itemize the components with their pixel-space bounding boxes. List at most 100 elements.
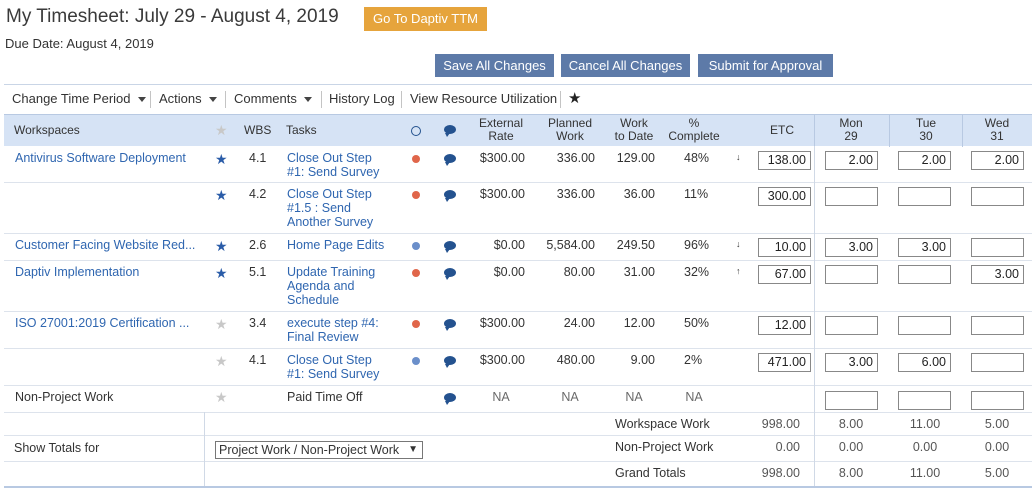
- planned-work-cell: 24.00: [563, 316, 595, 330]
- star-icon[interactable]: ★: [215, 266, 228, 280]
- star-icon[interactable]: ★: [215, 239, 228, 253]
- col-tue[interactable]: Tue 30: [891, 117, 961, 143]
- workspace-link[interactable]: Antivirus Software Deployment: [15, 151, 186, 165]
- etc-input[interactable]: 10.00: [758, 238, 811, 257]
- mon-hours-input[interactable]: [825, 316, 878, 335]
- totals-wed: 5.00: [984, 466, 1010, 480]
- etc-input[interactable]: 67.00: [758, 265, 811, 284]
- status-dot-icon: [412, 191, 420, 199]
- nonproject-rate: NA: [492, 390, 510, 404]
- mon-hours-input[interactable]: [825, 265, 878, 284]
- comment-icon[interactable]: [444, 319, 456, 331]
- comment-icon[interactable]: [444, 241, 456, 253]
- wed-hours-input[interactable]: [971, 316, 1024, 335]
- totals-tue: 11.00: [909, 466, 941, 480]
- task-link[interactable]: Close Out Step #1.5 : Send Another Surve…: [287, 187, 387, 229]
- mon-hours-input[interactable]: 3.00: [825, 238, 878, 257]
- col-mon[interactable]: Mon 29: [816, 117, 886, 143]
- wbs-cell: 5.1: [249, 265, 267, 279]
- star-icon[interactable]: ★: [215, 188, 228, 202]
- etc-input[interactable]: 12.00: [758, 316, 811, 335]
- col-wed[interactable]: Wed 31: [964, 117, 1030, 143]
- pct-complete-cell: 11%: [684, 187, 709, 201]
- pct-complete-cell: 32%: [684, 265, 710, 279]
- star-icon[interactable]: ★: [215, 317, 228, 331]
- comment-icon[interactable]: [444, 268, 456, 280]
- col-pct-complete[interactable]: % Complete: [664, 117, 724, 143]
- col-etc[interactable]: ETC: [756, 124, 808, 137]
- comments-menu[interactable]: Comments: [234, 91, 312, 106]
- task-link[interactable]: Close Out Step #1: Send Survey: [287, 353, 387, 381]
- change-time-period-menu[interactable]: Change Time Period: [12, 91, 146, 106]
- wed-hours-input[interactable]: 2.00: [971, 151, 1024, 170]
- external-rate-cell: $300.00: [479, 151, 525, 165]
- col-work-to-date[interactable]: Work to Date: [606, 117, 662, 143]
- totals-type-select[interactable]: Project Work / Non-Project Work ▼: [215, 441, 423, 459]
- workspace-link[interactable]: ISO 27001:2019 Certification ...: [15, 316, 189, 330]
- star-icon[interactable]: ★: [215, 390, 228, 404]
- wbs-cell: 4.1: [249, 151, 267, 165]
- mon-hours-input[interactable]: [825, 391, 878, 410]
- wed-hours-input[interactable]: [971, 353, 1024, 372]
- tue-hours-input[interactable]: 3.00: [898, 238, 951, 257]
- due-date: Due Date: August 4, 2019: [5, 36, 154, 51]
- view-resource-utilization-link[interactable]: View Resource Utilization: [410, 91, 557, 106]
- workspace-link[interactable]: Daptiv Implementation: [15, 265, 139, 279]
- mon-hours-input[interactable]: 2.00: [825, 151, 878, 170]
- go-to-daptiv-button[interactable]: Go To Daptiv TTM: [364, 7, 487, 31]
- tue-hours-input[interactable]: [898, 391, 951, 410]
- col-work-to-date-line2: to Date: [614, 129, 654, 143]
- totals-etc: 0.00: [775, 440, 800, 454]
- wed-hours-input[interactable]: [971, 238, 1024, 257]
- wbs-cell: 2.6: [249, 238, 267, 252]
- totals-label: Non-Project Work: [615, 440, 714, 454]
- status-dot-icon: [412, 269, 420, 277]
- comment-icon[interactable]: [444, 393, 456, 405]
- tue-hours-input[interactable]: 2.00: [898, 151, 951, 170]
- etc-input[interactable]: 471.00: [758, 353, 811, 372]
- wed-hours-input[interactable]: [971, 187, 1024, 206]
- mon-hours-input[interactable]: [825, 187, 878, 206]
- comment-icon[interactable]: [444, 356, 456, 368]
- star-icon[interactable]: ★: [215, 354, 228, 368]
- task-link[interactable]: execute step #4: Final Review: [287, 316, 387, 344]
- wbs-cell: 4.1: [249, 353, 267, 367]
- col-external-rate[interactable]: External Rate: [470, 117, 532, 143]
- tue-hours-input[interactable]: 6.00: [898, 353, 951, 372]
- work-to-date-cell: 31.00: [623, 265, 655, 279]
- cancel-all-button[interactable]: Cancel All Changes: [561, 54, 690, 77]
- nonproject-workspace: Non-Project Work: [15, 390, 114, 404]
- wed-hours-input[interactable]: 3.00: [971, 265, 1024, 284]
- totals-etc: 998.00: [761, 466, 800, 480]
- workspace-link[interactable]: Customer Facing Website Red...: [15, 238, 195, 252]
- wbs-cell: 3.4: [249, 316, 267, 330]
- tue-hours-input[interactable]: [898, 265, 951, 284]
- favorites-star-icon[interactable]: ★: [568, 89, 581, 107]
- totals-mon: 8.00: [838, 466, 864, 480]
- wed-hours-input[interactable]: [971, 391, 1024, 410]
- task-link[interactable]: Close Out Step #1: Send Survey: [287, 151, 387, 179]
- etc-input[interactable]: 300.00: [758, 187, 811, 206]
- tue-hours-input[interactable]: [898, 316, 951, 335]
- task-link[interactable]: Home Page Edits: [287, 238, 387, 252]
- mon-hours-input[interactable]: 3.00: [825, 353, 878, 372]
- submit-approval-button[interactable]: Submit for Approval: [698, 54, 833, 77]
- grid-header: Workspaces ★ WBS Tasks External Rate Plan…: [4, 114, 1032, 147]
- totals-label: Workspace Work: [615, 417, 710, 431]
- etc-input[interactable]: 138.00: [758, 151, 811, 170]
- col-wbs[interactable]: WBS: [244, 124, 271, 137]
- col-workspaces[interactable]: Workspaces: [14, 124, 80, 137]
- star-icon[interactable]: ★: [215, 152, 228, 166]
- history-log-link[interactable]: History Log: [329, 91, 395, 106]
- comment-icon[interactable]: [444, 190, 456, 202]
- col-tasks[interactable]: Tasks: [286, 124, 317, 137]
- trend-up-icon: ↑: [736, 266, 741, 276]
- task-link[interactable]: Update Training Agenda and Schedule: [287, 265, 387, 307]
- status-dot-icon: [412, 242, 420, 250]
- col-planned-work[interactable]: Planned Work: [540, 117, 600, 143]
- comment-icon[interactable]: [444, 154, 456, 166]
- external-rate-cell: $300.00: [479, 353, 525, 367]
- tue-hours-input[interactable]: [898, 187, 951, 206]
- actions-menu[interactable]: Actions: [159, 91, 217, 106]
- save-all-button[interactable]: Save All Changes: [435, 54, 554, 77]
